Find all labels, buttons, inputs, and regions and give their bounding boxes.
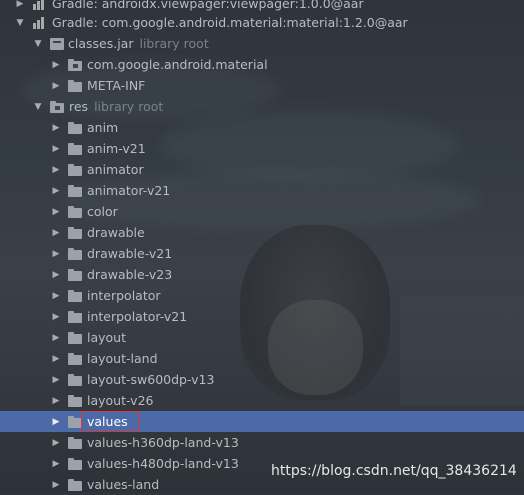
tree-row-label: values-h360dp-land-v13	[87, 435, 239, 450]
chevron-right-icon[interactable]: ▶	[50, 248, 62, 260]
watermark-text: https://blog.csdn.net/qq_38436214	[271, 463, 517, 479]
tree-row-folder[interactable]: ▶ layout-land	[0, 348, 524, 369]
folder-icon	[68, 205, 83, 218]
tree-row-label: drawable-v21	[87, 246, 173, 261]
tree-row-label: anim	[87, 120, 119, 135]
tree-row-label: values-h480dp-land-v13	[87, 456, 239, 471]
folder-icon	[68, 121, 83, 134]
folder-icon	[68, 331, 83, 344]
tree-row-label: drawable	[87, 225, 145, 240]
folder-icon	[68, 457, 83, 470]
folder-icon	[68, 268, 83, 281]
chevron-right-icon[interactable]: ▶	[50, 416, 62, 428]
tree-row-label: res	[69, 99, 89, 114]
tree-row-meta-inf[interactable]: ▶ META-INF	[0, 75, 524, 96]
tree-row-label: Gradle: com.google.android.material:mate…	[52, 15, 408, 30]
tree-row-folder[interactable]: ▶ color	[0, 201, 524, 222]
chevron-right-icon[interactable]: ▶	[50, 437, 62, 449]
tree-row-label: com.google.android.material	[87, 57, 268, 72]
package-folder-icon	[68, 58, 83, 71]
chevron-right-icon[interactable]: ▶	[50, 269, 62, 281]
folder-icon	[68, 142, 83, 155]
chevron-right-icon[interactable]: ▶	[50, 206, 62, 218]
tree-row-label: animator-v21	[87, 183, 171, 198]
chevron-right-icon[interactable]: ▶	[50, 353, 62, 365]
chevron-right-icon[interactable]: ▶	[50, 122, 62, 134]
tree-row-label: interpolator-v21	[87, 309, 188, 324]
tree-row-folder[interactable]: ▶ animator-v21	[0, 180, 524, 201]
tree-row-folder[interactable]: ▶ drawable-v21	[0, 243, 524, 264]
folder-icon	[68, 184, 83, 197]
folder-icon	[68, 436, 83, 449]
chevron-right-icon[interactable]: ▶	[50, 332, 62, 344]
tree-row-res[interactable]: ▼ res library root	[0, 96, 524, 117]
folder-icon	[68, 79, 83, 92]
folder-icon	[68, 352, 83, 365]
tree-row-label: META-INF	[87, 78, 146, 93]
folder-icon	[68, 163, 83, 176]
chevron-right-icon[interactable]: ▶	[50, 59, 62, 71]
tree-row-folder[interactable]: ▶ interpolator	[0, 285, 524, 306]
folder-icon	[68, 373, 83, 386]
tree-row-label: layout-land	[87, 351, 158, 366]
tree-row-label: values	[87, 414, 128, 429]
tree-row-folder[interactable]: ▶ drawable-v23	[0, 264, 524, 285]
chevron-down-icon[interactable]: ▼	[32, 38, 44, 50]
chevron-right-icon[interactable]: ▶	[50, 185, 62, 197]
folder-icon	[68, 247, 83, 260]
tree-row-folder[interactable]: ▶ animator	[0, 159, 524, 180]
tree-row-label: layout-v26	[87, 393, 154, 408]
tree-row-package[interactable]: ▶ com.google.android.material	[0, 54, 524, 75]
tree-row-label: classes.jar	[68, 36, 134, 51]
chevron-down-icon[interactable]: ▼	[14, 17, 26, 29]
chevron-right-icon[interactable]: ▶	[50, 395, 62, 407]
tree-row-folder[interactable]: ▶ layout	[0, 327, 524, 348]
chevron-right-icon[interactable]: ▶	[14, 0, 26, 10]
chevron-right-icon[interactable]: ▶	[50, 80, 62, 92]
tree-row-folder[interactable]: ▶ layout-sw600dp-v13	[0, 369, 524, 390]
tree-row-folder[interactable]: ▶ anim-v21	[0, 138, 524, 159]
tree-row-folder[interactable]: ▶ values-h360dp-land-v13	[0, 432, 524, 453]
chevron-right-icon[interactable]: ▶	[50, 311, 62, 323]
tree-row-label: Gradle: androidx.viewpager:viewpager:1.0…	[52, 0, 364, 11]
tree-row-classes-jar[interactable]: ▼ classes.jar library root	[0, 33, 524, 54]
chevron-right-icon[interactable]: ▶	[50, 479, 62, 491]
tree-row-folder[interactable]: ▶ anim	[0, 117, 524, 138]
chevron-right-icon[interactable]: ▶	[50, 227, 62, 239]
tree-row-label: drawable-v23	[87, 267, 173, 282]
tree-row-folder[interactable]: ▶ interpolator-v21	[0, 306, 524, 327]
chevron-right-icon[interactable]: ▶	[50, 290, 62, 302]
tree-row-label: animator	[87, 162, 144, 177]
folder-icon	[68, 415, 83, 428]
folder-icon	[50, 100, 65, 113]
library-root-hint: library root	[94, 99, 164, 114]
tree-row-label: anim-v21	[87, 141, 146, 156]
folder-icon	[68, 226, 83, 239]
tree-row-values-selected[interactable]: ▶ values	[0, 411, 524, 432]
chevron-right-icon[interactable]: ▶	[50, 164, 62, 176]
folder-icon	[68, 310, 83, 323]
chevron-down-icon[interactable]: ▼	[32, 101, 44, 113]
tree-row-label: layout-sw600dp-v13	[87, 372, 215, 387]
library-root-hint: library root	[139, 36, 209, 51]
folder-icon	[68, 394, 83, 407]
chevron-right-icon[interactable]: ▶	[50, 458, 62, 470]
tree-row-label: color	[87, 204, 118, 219]
tree-row-label: values-land	[87, 477, 160, 492]
folder-icon	[68, 478, 83, 491]
library-icon	[32, 16, 48, 29]
tree-row-folder[interactable]: ▶ layout-v26	[0, 390, 524, 411]
tree-row-material-library[interactable]: ▼ Gradle: com.google.android.material:ma…	[0, 12, 524, 33]
chevron-right-icon[interactable]: ▶	[50, 374, 62, 386]
library-icon	[32, 0, 48, 10]
chevron-right-icon[interactable]: ▶	[50, 143, 62, 155]
tree-row-label: layout	[87, 330, 127, 345]
folder-icon	[68, 289, 83, 302]
jar-icon	[50, 37, 64, 50]
tree-row-folder[interactable]: ▶ drawable	[0, 222, 524, 243]
tree-row-label: interpolator	[87, 288, 161, 303]
